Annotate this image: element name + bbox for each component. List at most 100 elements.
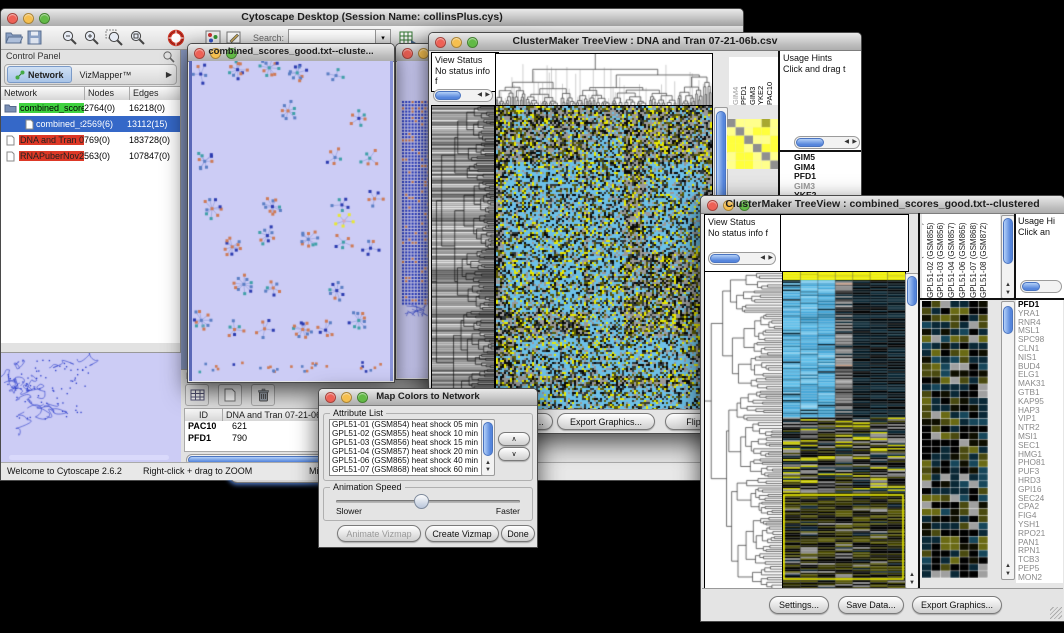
tv2-heatmap[interactable] — [782, 271, 906, 591]
network-tab-icon — [15, 70, 25, 80]
birdseye-scrollbar[interactable] — [9, 455, 169, 460]
network-name: RNAPuberNov2+I — [19, 151, 84, 161]
column-label[interactable]: GPL51-06 (GSM865) — [959, 222, 967, 298]
tab-network[interactable]: Network — [7, 66, 72, 83]
col-edges[interactable]: Edges — [130, 87, 180, 100]
animate-vizmap-button[interactable]: Animate Vizmap — [337, 525, 421, 542]
usage-hints-text: Click an — [1018, 227, 1063, 238]
map-colors-dialog: Map Colors to Network Attribute List GPL… — [318, 388, 538, 548]
close-button[interactable] — [402, 48, 413, 59]
tv2-gene-list: PFD1YRA1RNR4MSL1SPC98CLN1NIS1BUD4ELG1MAK… — [1016, 300, 1063, 583]
tv2-heatmap-vscrollbar[interactable]: ▲ ▼ — [905, 273, 919, 589]
attribute-item[interactable]: GPL51-02 (GSM855) heat shock 10 min — [330, 429, 482, 438]
col-id[interactable]: ID — [185, 409, 223, 421]
attribute-item[interactable]: GPL51-03 (GSM856) heat shock 15 min — [330, 438, 482, 447]
export-graphics-button[interactable]: Export Graphics... — [557, 413, 655, 430]
attribute-list-label: Attribute List — [330, 408, 386, 418]
treeview2-titlebar[interactable]: ClusterMaker TreeView : combined_scores_… — [701, 196, 1064, 214]
usage-hints-title: Usage Hi — [1018, 216, 1063, 227]
tab-overflow-arrow[interactable]: ▶ — [166, 70, 172, 79]
network-row-selected[interactable]: combined_sco 2569(6) 13112(15) — [1, 116, 180, 132]
control-panel: Control Panel Network VizMapper™ ▶ Netwo… — [1, 50, 181, 463]
tv1-array-dendrogram[interactable] — [495, 53, 713, 107]
tv2-gene-dendrogram[interactable] — [704, 271, 783, 591]
delete-attribute-icon[interactable] — [251, 384, 275, 406]
column-label[interactable]: GPL51-08 (GSM872) — [980, 222, 988, 298]
tv2-genes-vscrollbar[interactable]: ▲ ▼ — [1001, 301, 1015, 580]
row-value: 790 — [226, 433, 247, 445]
view-status-title: View Status — [708, 217, 780, 228]
tv1-heatmap[interactable] — [495, 105, 713, 411]
network-canvas-1[interactable] — [192, 61, 390, 374]
done-button[interactable]: Done — [501, 525, 535, 542]
tv2-zoom-heatmap[interactable] — [922, 301, 988, 578]
attribute-item[interactable]: GPL51-07 (GSM868) heat shock 60 min — [330, 465, 482, 474]
save-icon[interactable] — [27, 30, 43, 45]
attribute-list-scrollbar[interactable]: ▲ ▼ — [481, 419, 495, 476]
dialog-titlebar[interactable]: Map Colors to Network — [319, 389, 537, 406]
column-label[interactable]: PAC10 — [766, 82, 774, 105]
column-label[interactable]: GPL51-01 (GSM854) — [922, 222, 924, 298]
treeview1-titlebar[interactable]: ClusterMaker TreeView : DNA and Tran 07-… — [429, 33, 861, 51]
settings-button[interactable]: Settings... — [769, 596, 829, 614]
tv1-gene-dendrogram[interactable] — [431, 105, 495, 411]
tv1-usage-scrollbar[interactable]: ◀ ▶ — [794, 136, 860, 149]
tv2-labels-vscrollbar[interactable]: ▲ ▼ — [1001, 215, 1015, 299]
zoom-fit-icon[interactable] — [128, 29, 147, 46]
gene-item[interactable]: MON2 — [1016, 573, 1063, 582]
column-label[interactable]: GPL51-02 (GSM855) — [927, 222, 935, 298]
tv2-status-scrollbar[interactable]: ◀ ▶ — [708, 252, 776, 265]
column-label[interactable]: GPL51-04 (GSM857) — [948, 222, 956, 298]
select-attributes-icon[interactable] — [185, 384, 209, 406]
control-panel-title: Control Panel — [6, 51, 61, 61]
birdseye-panel[interactable] — [1, 352, 181, 463]
attribute-item[interactable]: GPL51-06 (GSM865) heat shock 40 min — [330, 456, 482, 465]
network-view-window-1: combined_scores_good.txt--cluste... — [187, 43, 395, 383]
tv2-usage-scrollbar[interactable] — [1020, 280, 1062, 293]
speed-slider-thumb[interactable] — [414, 494, 429, 509]
column-label[interactable]: GPL51-07 (GSM868) — [970, 222, 978, 298]
col-nodes[interactable]: Nodes — [85, 87, 130, 100]
col-network[interactable]: Network — [1, 87, 85, 100]
attribute-item[interactable]: GPL51-04 (GSM857) heat shock 20 min — [330, 447, 482, 456]
birdseye-canvas[interactable] — [1, 353, 181, 463]
status-center: Right-click + drag to ZOOM — [143, 466, 252, 476]
netview1-titlebar[interactable]: combined_scores_good.txt--cluste... — [188, 44, 394, 62]
network-edges: 13112(15) — [127, 119, 167, 129]
float-panel-icon[interactable] — [162, 50, 175, 63]
cytoscape-titlebar[interactable]: Cytoscape Desktop (Session Name: collins… — [1, 9, 743, 27]
move-up-button[interactable]: ∧ — [498, 432, 530, 446]
network-row[interactable]: DNA and Tran 07 769(0) 183728(0) — [1, 132, 180, 148]
network-name: combined_sco — [36, 119, 82, 129]
network-nodes: 2569(6) — [82, 119, 127, 129]
column-label[interactable]: PFD1 — [740, 86, 748, 105]
open-folder-icon[interactable] — [5, 30, 23, 45]
tv2-usage-panel: Usage Hi Click an — [1014, 214, 1064, 298]
zoom-out-icon[interactable] — [61, 29, 79, 46]
tv2-array-dendrogram-pane[interactable] — [780, 214, 909, 272]
create-vizmap-button[interactable]: Create Vizmap — [425, 525, 499, 542]
window-title: Cytoscape Desktop (Session Name: collins… — [1, 11, 743, 23]
zoom-selected-icon[interactable] — [105, 29, 124, 46]
export-graphics-button[interactable]: Export Graphics... — [912, 596, 1002, 614]
save-data-button[interactable]: Save Data... — [838, 596, 904, 614]
network-row[interactable]: RNAPuberNov2+I 563(0) 107847(0) — [1, 148, 180, 164]
network-table: Network Nodes Edges combined_scores 2764… — [1, 86, 180, 343]
zoom-in-icon[interactable] — [83, 29, 101, 46]
slower-label: Slower — [336, 506, 362, 516]
network-nodes: 563(0) — [84, 151, 129, 161]
tab-vizmapper[interactable]: VizMapper™ — [72, 70, 140, 80]
help-ring-icon[interactable] — [167, 29, 185, 47]
move-down-button[interactable]: ∨ — [498, 447, 530, 461]
attribute-item[interactable]: GPL51-01 (GSM854) heat shock 05 min — [330, 420, 482, 429]
new-attribute-icon[interactable] — [218, 384, 242, 406]
resize-grip[interactable] — [1050, 607, 1062, 619]
dialog-title: Map Colors to Network — [319, 391, 537, 402]
column-label[interactable]: GPL51-03 (GSM856) — [937, 222, 945, 298]
row-id: PAC10 — [185, 421, 226, 433]
tv2-column-labels: GPL51-01 (GSM854)GPL51-02 (GSM855)GPL51-… — [922, 214, 1000, 298]
network-row[interactable]: combined_scores 2764(0) 16218(0) — [1, 100, 180, 116]
tv1-status-scrollbar[interactable]: ◀ ▶ — [433, 89, 493, 102]
network-edges: 16218(0) — [129, 103, 165, 113]
tv1-correlation-matrix[interactable] — [727, 119, 779, 169]
